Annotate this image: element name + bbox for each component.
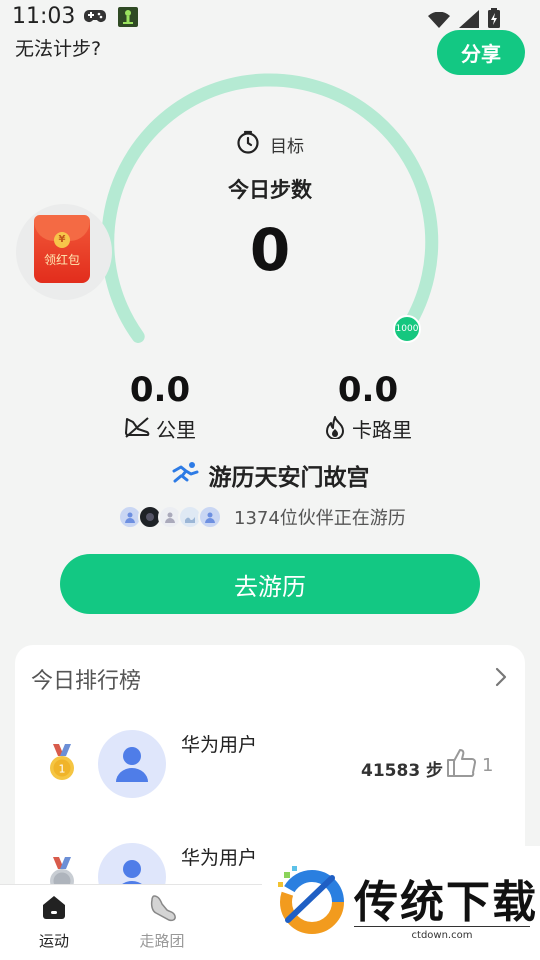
target-label: 目标 [270,136,304,157]
home-icon [40,893,68,925]
today-steps-title: 今日步数 [228,178,312,202]
ranking-row[interactable]: 1 华为用户 41583 步 1 [15,730,525,810]
partners-row: 1374位伙伴正在游历 [118,504,406,530]
calories-value: 0.0 [337,370,399,410]
tour-row[interactable]: 游历天安门故宫 [0,458,540,492]
watermark-logo-icon [278,866,344,934]
coin-icon: ¥ [54,232,70,248]
watermark-text: 传统下载 [354,877,538,928]
tab-sport[interactable]: 运动 [4,885,104,960]
ranking-title: 今日排行榜 [31,669,142,694]
calories-label: 卡路里 [352,418,412,442]
tab-label: 走路团 [139,932,185,950]
target-row[interactable]: 目标 [236,130,304,158]
svg-text:1: 1 [59,763,66,776]
tab-walking-group[interactable]: 走路团 [112,885,212,960]
watermark: 传统下载 ctdown.com [262,846,540,960]
red-packet-button[interactable]: ¥ 领红包 [34,215,90,283]
partner-avatar [198,505,222,529]
gauge-arc [101,73,439,343]
watermark-divider [354,926,530,927]
shoe-icon [124,416,150,442]
rank-user-name: 华为用户 [181,847,258,869]
goal-badge: 1000 [393,315,421,343]
distance-stat: 0.0 公里 [70,370,250,443]
tour-title: 游历天安门故宫 [208,465,370,491]
red-packet-label: 领红包 [43,253,80,267]
distance-value: 0.0 [129,370,191,410]
gold-medal-icon: 1 [47,744,77,788]
calories-stat: 0.0 卡路里 [278,370,458,443]
rank-steps: 41583 步 [361,761,444,781]
tab-label: 运动 [38,932,69,950]
watermark-url: ctdown.com [354,930,530,941]
timer-icon [236,130,260,158]
shoe-icon [148,893,178,927]
like-button[interactable]: 1 [446,748,493,782]
running-person-icon [171,461,199,489]
rank-user-name: 华为用户 [181,734,258,756]
go-tour-button[interactable]: 去游历 [60,554,480,614]
avatar [98,730,166,798]
chevron-right-icon[interactable] [495,667,507,691]
distance-label: 公里 [156,418,196,442]
like-count: 1 [482,754,494,776]
thumbs-up-icon [446,748,478,782]
flame-icon [324,415,346,443]
partners-count: 1374位伙伴正在游历 [234,508,406,529]
